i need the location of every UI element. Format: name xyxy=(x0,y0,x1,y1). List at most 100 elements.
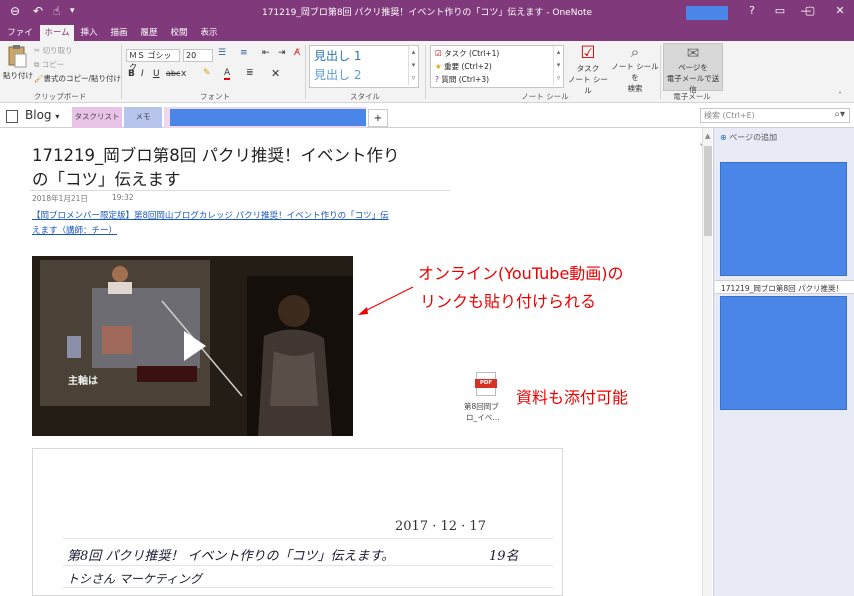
pages-pane: ⊕ ページの追加 171219_岡ブロ第8回 パクリ推奨！ xyxy=(713,128,854,596)
help-button[interactable]: ? xyxy=(738,2,766,20)
pdf-file-icon: PDF xyxy=(475,372,497,396)
page-title-line1[interactable]: 171219_岡ブロ第8回 パクリ推奨！イベント作り xyxy=(32,142,399,166)
ruled-line xyxy=(63,565,553,566)
todo-check-icon: ☑ xyxy=(580,43,596,63)
add-section-button[interactable]: + xyxy=(368,109,388,127)
tags-scroll-icon[interactable]: ▴ ▾ ▿ xyxy=(553,46,563,85)
video-thumbnail xyxy=(32,256,353,436)
vertical-scrollbar[interactable]: ▲ xyxy=(702,128,712,596)
annotation-arrow xyxy=(358,286,414,315)
close-button[interactable]: ✕ xyxy=(826,2,854,20)
video-link-line2[interactable]: えます（講師：チー） xyxy=(32,224,117,236)
add-page-button[interactable]: ⊕ ページの追加 xyxy=(720,132,777,143)
page-thumbnail-redacted-2[interactable] xyxy=(720,296,847,410)
add-page-label: ページの追加 xyxy=(729,133,778,142)
email-page-button[interactable]: ✉ ページを 電子メールで送信 xyxy=(663,43,723,94)
tag-todo-label: タスク (Ctrl+1) xyxy=(444,49,500,58)
tab-file[interactable]: ファイル xyxy=(4,25,36,54)
highlight-icon[interactable]: ✎ xyxy=(203,68,211,78)
scanned-notes-image[interactable]: 2017 · 12 · 17 第8回 パクリ推奨！ イベント作りの「コツ」伝えま… xyxy=(32,448,563,596)
notebook-icon xyxy=(6,110,18,123)
restore-button[interactable]: ▢ xyxy=(796,2,824,20)
tab-view[interactable]: 表示 xyxy=(196,25,222,41)
tab-draw[interactable]: 描画 xyxy=(106,25,132,41)
envelope-icon: ✉ xyxy=(686,44,700,62)
tab-review[interactable]: 校閲 xyxy=(166,25,192,41)
font-name-combo[interactable]: ＭＳ ゴシック xyxy=(126,49,180,72)
embedded-video[interactable]: 主軸は xyxy=(32,256,353,436)
numbering-icon[interactable]: ≡ xyxy=(240,48,248,58)
tab-history[interactable]: 履歴 xyxy=(136,25,162,41)
page-title-line2[interactable]: の「コツ」伝えます xyxy=(32,166,181,190)
clear-formatting-icon[interactable]: A̸ xyxy=(294,48,300,58)
tag-question-label: 質問 (Ctrl+3) xyxy=(441,75,490,84)
italic-button[interactable]: I xyxy=(141,69,144,79)
scrollbar-thumb[interactable] xyxy=(704,146,712,236)
search-icon[interactable]: ⌕▾ xyxy=(834,109,845,120)
format-painter-button[interactable]: 🖌書式のコピー/貼り付け xyxy=(34,73,121,84)
delete-icon[interactable]: ✕ xyxy=(271,67,280,80)
video-link-line1[interactable]: 【岡ブロメンバー限定版】第8回岡山ブログカレッジ パクリ推奨！イベント作りの「コ… xyxy=(32,209,389,221)
page-thumbnail-redacted[interactable] xyxy=(720,162,847,276)
copy-label: コピー xyxy=(41,60,65,69)
styles-scroll-icon[interactable]: ▴ ▾ ▿ xyxy=(408,46,418,85)
page-date: 2018年1月21日 xyxy=(32,194,88,203)
notebook-picker[interactable]: Blog ▾ xyxy=(25,108,59,122)
paste-icon[interactable] xyxy=(6,44,28,68)
cut-label: 切り取り xyxy=(42,46,73,55)
account-redacted[interactable] xyxy=(686,6,728,20)
page-list-item[interactable]: 171219_岡ブロ第8回 パクリ推奨！ xyxy=(715,280,854,294)
search-box[interactable]: 検索 (Ctrl+E) ⌕▾ xyxy=(700,108,850,123)
bullets-icon[interactable]: ☰ xyxy=(218,48,226,58)
cut-button[interactable]: ✂ 切り取り xyxy=(34,45,73,56)
styles-gallery[interactable]: 見出し 1 見出し 2 ▴ ▾ ▿ xyxy=(309,45,419,88)
ribbon-options-button[interactable]: ▭ xyxy=(766,2,794,20)
tag-important-label: 重要 (Ctrl+2) xyxy=(444,62,492,71)
page-canvas[interactable]: ⤢ ▲ 171219_岡ブロ第8回 パクリ推奨！イベント作り の「コツ」伝えます… xyxy=(0,128,713,596)
section-tab-tasklist[interactable]: タスクリスト xyxy=(72,107,122,128)
todo-tag-button[interactable]: ☑ タスク ノート シール xyxy=(566,43,610,96)
subscript-button[interactable]: x xyxy=(181,69,186,79)
notebook-dropdown-icon: ▾ xyxy=(55,112,60,121)
font-size-combo[interactable]: 20 xyxy=(183,49,213,62)
pdf-attachment[interactable]: PDF 第8回岡ブ ロ_イベ… xyxy=(462,372,512,428)
page-time: 19:32 xyxy=(112,193,134,202)
ribbon: 貼り付け ✂ 切り取り ⧉ コピー 🖌書式のコピー/貼り付け クリップボード Ｍ… xyxy=(0,41,854,103)
attachment-name-line1: 第8回岡ブ xyxy=(464,402,499,411)
format-painter-label: 書式のコピー/貼り付け xyxy=(43,74,122,83)
strikethrough-button[interactable]: abc xyxy=(166,69,180,78)
section-tab-memo[interactable]: メモ xyxy=(124,107,162,129)
style-heading2[interactable]: 見出し 2 xyxy=(314,66,361,83)
question-icon: ? xyxy=(435,75,439,84)
scroll-up-icon[interactable]: ▲ xyxy=(705,132,710,140)
tags-gallery[interactable]: ☑ タスク (Ctrl+1) ★ 重要 (Ctrl+2) ? 質問 (Ctrl+… xyxy=(430,45,564,88)
tab-home[interactable]: ホーム xyxy=(40,25,74,41)
title-underline xyxy=(30,190,450,191)
align-icon[interactable]: ≣ xyxy=(246,68,254,78)
underline-button[interactable]: U xyxy=(153,69,160,79)
checkbox-icon: ☑ xyxy=(435,49,442,58)
handwriting-date: 2017 · 12 · 17 xyxy=(395,519,486,534)
tag-question[interactable]: ? 質問 (Ctrl+3) xyxy=(435,74,489,85)
style-group-label: スタイル xyxy=(350,92,380,101)
bold-button[interactable]: B xyxy=(128,69,135,79)
annotation-video-line1: オンライン(YouTube動画)の xyxy=(418,264,624,283)
paste-label[interactable]: 貼り付け xyxy=(3,70,33,81)
copy-button[interactable]: ⧉ コピー xyxy=(34,59,64,70)
tab-insert[interactable]: 挿入 xyxy=(76,25,102,41)
title-bar: ⊖ ↶ ☝ ▾ 171219_岡ブロ第8回 パクリ推奨！イベント作りの「コツ」伝… xyxy=(0,0,854,23)
indent-icon[interactable]: ⇥ xyxy=(278,48,286,58)
find-tags-button[interactable]: ⌕ ノート シールを 検索 xyxy=(610,43,660,94)
outdent-icon[interactable]: ⇤ xyxy=(262,48,270,58)
separator xyxy=(305,45,306,99)
font-group-label: フォント xyxy=(200,92,230,101)
tag-todo[interactable]: ☑ タスク (Ctrl+1) xyxy=(435,48,499,59)
tag-important[interactable]: ★ 重要 (Ctrl+2) xyxy=(435,61,492,72)
add-page-icon: ⊕ xyxy=(720,133,727,142)
font-color-icon[interactable]: A xyxy=(224,68,231,80)
attachment-name-line2: ロ_イベ… xyxy=(466,413,500,422)
separator xyxy=(121,45,122,99)
ruled-line xyxy=(63,587,553,588)
style-heading1[interactable]: 見出し 1 xyxy=(314,47,361,64)
collapse-ribbon-icon[interactable]: ˄ xyxy=(838,91,842,100)
